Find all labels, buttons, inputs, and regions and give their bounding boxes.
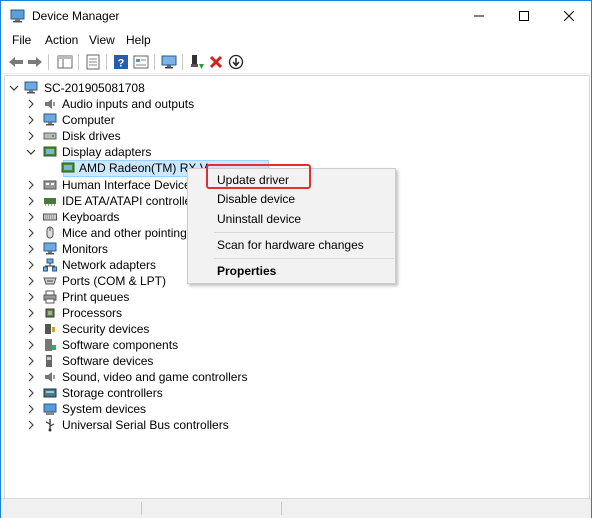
network-adapter-icon <box>43 258 57 272</box>
tree-item-label: Keyboards <box>62 210 120 224</box>
tree-root-label: SC-201905081708 <box>44 81 145 95</box>
disable-icon[interactable] <box>227 53 245 71</box>
port-icon <box>43 274 57 288</box>
device-manager-window: Device Manager File Action View Help ? S… <box>0 0 592 518</box>
update-driver-highlight <box>206 164 311 189</box>
forward-arrow-icon[interactable] <box>26 53 44 71</box>
tree-item-label: Disk drives <box>62 129 121 143</box>
tree-item-label: Display adapters <box>62 145 152 159</box>
computer-icon <box>43 113 57 127</box>
processor-icon <box>43 306 57 320</box>
help-icon[interactable]: ? <box>112 53 130 71</box>
mouse-icon <box>43 226 57 240</box>
tree-item-label: Mice and other pointing d <box>62 226 197 240</box>
chevron-right-icon[interactable] <box>25 112 37 128</box>
chevron-right-icon[interactable] <box>25 289 37 305</box>
menu-help[interactable]: Help <box>124 33 153 47</box>
tree-item-label: Processors <box>62 306 123 320</box>
tree-item-label: Security devices <box>62 322 150 336</box>
title-bar: Device Manager <box>1 1 591 31</box>
speaker-icon <box>43 370 57 384</box>
menu-item-properties[interactable]: Properties <box>217 262 276 280</box>
chevron-right-icon[interactable] <box>25 353 37 369</box>
chevron-right-icon[interactable] <box>25 193 37 209</box>
menu-file[interactable]: File <box>10 33 33 47</box>
tree-item-label: Computer <box>62 113 115 127</box>
scan-hardware-icon[interactable] <box>160 53 178 71</box>
tree-item-label: Ports (COM & LPT) <box>62 274 167 288</box>
chevron-right-icon[interactable] <box>25 96 37 112</box>
menu-bar: File Action View Help <box>1 31 591 51</box>
tree-item-label: Storage controllers <box>62 386 163 400</box>
chevron-right-icon[interactable] <box>25 225 37 241</box>
menu-separator <box>214 258 394 259</box>
menu-item-disable-device[interactable]: Disable device <box>217 190 295 208</box>
svg-text:?: ? <box>118 58 125 70</box>
tree-item-label: Sound, video and game controllers <box>62 370 248 384</box>
view-icon[interactable] <box>132 53 150 71</box>
software-component-icon <box>43 338 57 352</box>
menu-item-scan-hardware[interactable]: Scan for hardware changes <box>217 236 364 254</box>
keyboard-icon <box>43 210 57 224</box>
tree-item-label: Software components <box>62 338 179 352</box>
minimize-button[interactable] <box>456 1 501 31</box>
software-device-icon <box>43 354 57 368</box>
chevron-right-icon[interactable] <box>25 369 37 385</box>
properties-icon[interactable] <box>84 53 102 71</box>
menu-separator <box>214 232 394 233</box>
chevron-right-icon[interactable] <box>25 401 37 417</box>
computer-icon <box>24 81 38 95</box>
chevron-right-icon[interactable] <box>25 305 37 321</box>
ide-controller-icon <box>43 194 57 208</box>
close-button[interactable] <box>546 1 591 31</box>
device-manager-app-icon <box>10 9 26 23</box>
hid-icon <box>43 178 57 192</box>
tree-item-label: Software devices <box>62 354 154 368</box>
menu-action[interactable]: Action <box>43 33 80 47</box>
tree-item-label: System devices <box>62 402 147 416</box>
system-device-icon <box>43 402 57 416</box>
maximize-button[interactable] <box>501 1 546 31</box>
chevron-right-icon[interactable] <box>25 321 37 337</box>
storage-controller-icon <box>43 386 57 400</box>
tree-item-label: Monitors <box>62 242 109 256</box>
menu-view[interactable]: View <box>87 33 117 47</box>
chevron-right-icon[interactable] <box>25 177 37 193</box>
chevron-right-icon[interactable] <box>25 273 37 289</box>
window-title: Device Manager <box>32 9 120 23</box>
disk-drive-icon <box>43 129 57 143</box>
back-arrow-icon[interactable] <box>7 53 25 71</box>
printer-icon <box>43 290 57 304</box>
tree-item-label: Network adapters <box>62 258 157 272</box>
monitor-icon <box>43 242 57 256</box>
tree-item-label: IDE ATA/ATAPI controllers <box>62 194 202 208</box>
display-adapter-icon <box>61 161 75 175</box>
update-driver-icon[interactable] <box>188 53 206 71</box>
toolbar: ? <box>1 51 591 74</box>
chevron-right-icon[interactable] <box>25 257 37 273</box>
chevron-right-icon[interactable] <box>25 128 37 144</box>
chevron-right-icon[interactable] <box>25 417 37 433</box>
speaker-icon <box>43 97 57 111</box>
tree-item-label: Print queues <box>62 290 130 304</box>
security-device-icon <box>43 322 57 336</box>
tree-item-label: Human Interface Devices <box>62 178 197 192</box>
tree-item-label: Audio inputs and outputs <box>62 97 195 111</box>
chevron-right-icon[interactable] <box>25 337 37 353</box>
chevron-right-icon[interactable] <box>25 241 37 257</box>
chevron-down-icon[interactable] <box>8 80 20 96</box>
tree-item-label: Universal Serial Bus controllers <box>62 418 229 432</box>
status-bar <box>1 498 591 518</box>
usb-icon <box>43 418 57 432</box>
uninstall-icon[interactable] <box>207 53 225 71</box>
chevron-down-icon[interactable] <box>25 144 37 160</box>
chevron-right-icon[interactable] <box>25 209 37 225</box>
display-adapter-icon <box>43 145 57 159</box>
menu-item-uninstall-device[interactable]: Uninstall device <box>217 210 301 228</box>
chevron-right-icon[interactable] <box>25 385 37 401</box>
show-hide-tree-icon[interactable] <box>56 53 74 71</box>
device-tree: SC-201905081708 Audio inputs and outputs… <box>4 75 590 499</box>
